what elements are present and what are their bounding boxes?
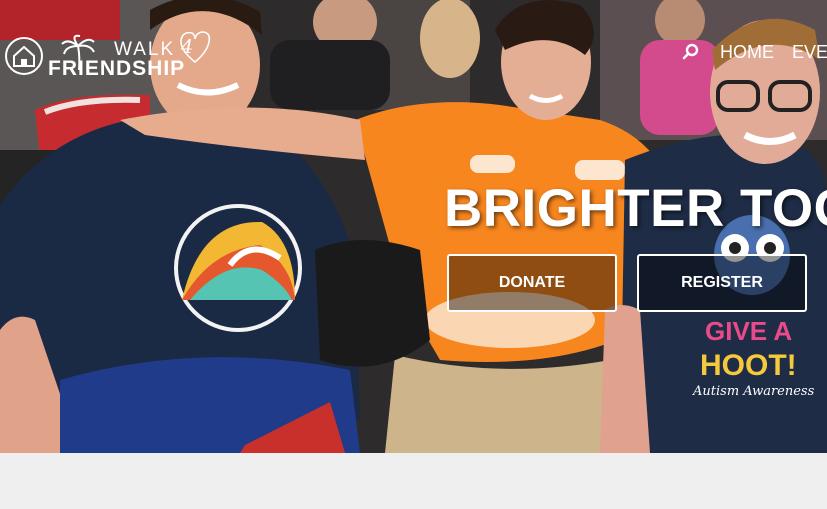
- hero-headline: BRIGHTER TOG: [444, 179, 827, 238]
- nav-item-home[interactable]: HOME: [720, 42, 774, 63]
- friendship-house-logo-icon: [5, 37, 43, 75]
- svg-text:HOOT!: HOOT!: [700, 349, 797, 382]
- svg-text:GIVE A: GIVE A: [705, 316, 792, 346]
- nav-item-events[interactable]: EVEN: [792, 42, 827, 63]
- brand-logo[interactable]: WALK 4 FRIENDSHIP: [4, 30, 211, 82]
- hero-section: GIVE A HOOT! Autism Awareness WALK 4 FRI…: [0, 0, 827, 453]
- brand-number: 4: [181, 36, 194, 58]
- svg-text:Autism Awareness: Autism Awareness: [692, 384, 815, 399]
- donate-button[interactable]: DONATE: [447, 254, 617, 312]
- search-icon[interactable]: [682, 43, 700, 61]
- register-button[interactable]: REGISTER: [637, 254, 807, 312]
- main-nav: HOME EVEN: [682, 40, 827, 64]
- brand-friendship-text: FRIENDSHIP: [48, 57, 186, 80]
- content-section: [0, 453, 827, 509]
